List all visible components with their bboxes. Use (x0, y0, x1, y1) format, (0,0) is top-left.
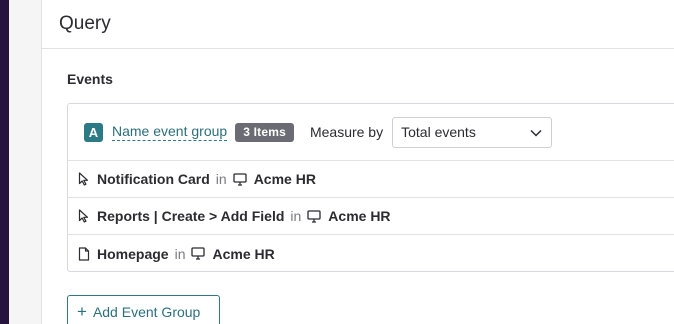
event-row[interactable]: Notification Card in Acme HR (68, 161, 674, 198)
event-in-label: in (215, 171, 227, 187)
event-group-card: A Name event group 3 Items Measure by To… (67, 103, 674, 272)
page-icon (77, 246, 91, 261)
chevron-down-icon (530, 124, 542, 140)
panel-title: Query (59, 13, 111, 34)
monitor-icon (233, 172, 247, 186)
measure-select[interactable]: Total events (392, 116, 553, 148)
cursor-icon (77, 209, 91, 223)
event-row[interactable]: Homepage in Acme HR (68, 235, 674, 272)
app-sidebar-edge (0, 0, 9, 324)
event-row[interactable]: Reports | Create > Add Field in Acme HR (68, 198, 674, 235)
query-panel: Query Events A Name event group 3 Items … (41, 0, 674, 324)
event-in-label: in (290, 208, 302, 224)
panel-header: Query (42, 0, 674, 49)
event-name: Homepage (97, 245, 169, 262)
event-app-name: Acme HR (253, 171, 316, 187)
event-name: Notification Card (97, 171, 210, 187)
event-app-name: Acme HR (328, 208, 391, 224)
event-in-label: in (174, 245, 186, 262)
event-app-name: Acme HR (212, 245, 275, 262)
events-section-title: Events (67, 71, 113, 87)
measure-select-value: Total events (401, 124, 476, 140)
items-count-badge[interactable]: 3 Items (235, 122, 294, 142)
measure-by-label: Measure by (309, 124, 384, 140)
plus-icon: + (77, 302, 87, 321)
add-event-group-button[interactable]: + Add Event Group (67, 295, 220, 324)
monitor-icon (307, 209, 321, 223)
group-name-link[interactable]: Name event group (112, 123, 228, 141)
group-letter-badge: A (84, 122, 103, 142)
monitor-icon (191, 247, 206, 261)
cursor-icon (77, 172, 91, 186)
event-group-header: A Name event group 3 Items Measure by To… (68, 104, 674, 161)
add-event-group-label: Add Event Group (92, 303, 201, 320)
event-name: Reports | Create > Add Field (97, 208, 285, 224)
